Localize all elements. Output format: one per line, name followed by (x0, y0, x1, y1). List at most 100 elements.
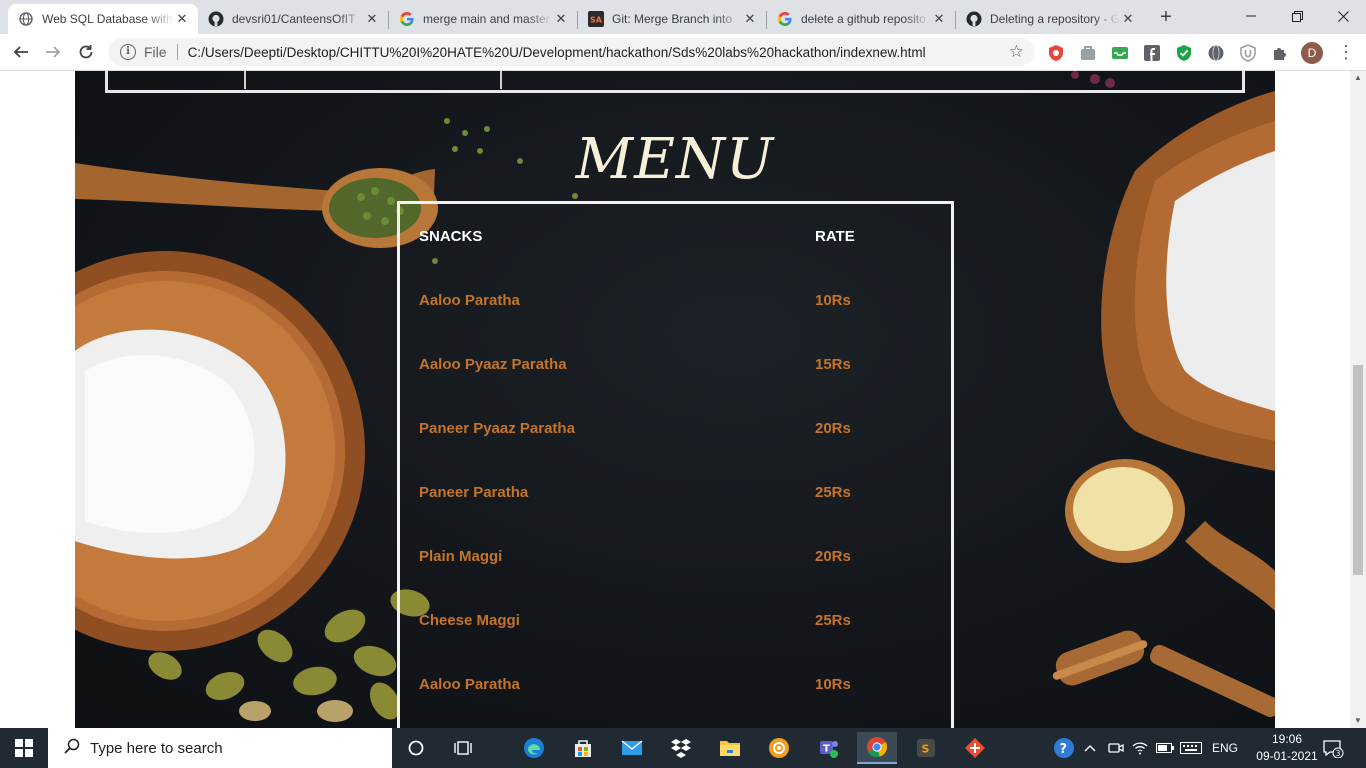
table-column-line (244, 71, 246, 89)
help-tray-icon[interactable]: ? (1052, 728, 1076, 768)
svg-text:T: T (823, 744, 830, 755)
url-text[interactable]: C:/Users/Deepti/Desktop/CHITTU%20I%20HAT… (188, 45, 926, 60)
profile-avatar[interactable]: D (1301, 42, 1323, 64)
menu-kebab-icon[interactable]: ⋮ (1336, 42, 1356, 64)
menu-title: MENU (575, 127, 775, 192)
menu-item-name: Aaloo Paratha (419, 292, 520, 309)
check-shield-extension-icon[interactable] (1175, 44, 1193, 62)
sublime-text-icon[interactable]: S (906, 732, 946, 764)
close-tab-icon[interactable]: ✕ (742, 11, 758, 27)
facebook-extension-icon[interactable] (1143, 44, 1161, 62)
globe-extension-icon[interactable] (1207, 44, 1225, 62)
scroll-up-arrow-icon[interactable]: ▲ (1350, 71, 1366, 85)
windows-logo-icon (15, 739, 33, 757)
page-viewport: MENU SNACKS RATE Aaloo Paratha 10Rs Aalo… (0, 71, 1350, 728)
inbox-extension-icon[interactable] (1111, 44, 1129, 62)
minimize-button[interactable] (1228, 0, 1274, 32)
close-tab-icon[interactable]: ✕ (553, 11, 569, 27)
start-button[interactable] (0, 728, 48, 768)
taskbar-search-box[interactable]: Type here to search (48, 728, 392, 768)
tab-title: devsri01/CanteensOfIT (232, 12, 356, 26)
menu-row: Cheese Maggi 25Rs (419, 612, 939, 636)
close-tab-icon[interactable]: ✕ (174, 11, 190, 27)
teams-icon[interactable]: T (808, 732, 848, 764)
edge-browser-icon[interactable] (514, 732, 554, 764)
file-explorer-icon[interactable] (710, 732, 750, 764)
bookmark-star-icon[interactable]: ☆ (1009, 42, 1024, 62)
shield-extension-icon[interactable] (1047, 44, 1065, 62)
divider (176, 44, 178, 60)
page-scrollbar[interactable]: ▲ ▼ (1350, 71, 1366, 728)
tab-web-sql[interactable]: Web SQL Database with ✕ (8, 4, 198, 34)
browser-toolbar: i File C:/Users/Deepti/Desktop/CHITTU%20… (0, 34, 1366, 71)
globe-icon (18, 11, 34, 27)
column-header-rate: RATE (815, 228, 855, 245)
close-tab-icon[interactable]: ✕ (931, 11, 947, 27)
tab-title: Web SQL Database with (42, 12, 173, 26)
forward-button[interactable] (39, 38, 67, 66)
tab-devsri01[interactable]: devsri01/CanteensOfIT ✕ (198, 4, 388, 34)
system-clock[interactable]: 19:06 09-01-2021 (1256, 731, 1318, 765)
tab-merge-main[interactable]: merge main and master ✕ (389, 4, 577, 34)
scrollbar-thumb[interactable] (1353, 365, 1363, 575)
settings-gear-app-icon[interactable] (759, 732, 799, 764)
menu-item-rate: 20Rs (815, 548, 851, 565)
arrow-left-icon (13, 46, 28, 58)
meet-now-icon[interactable] (1108, 728, 1124, 768)
notification-center-icon[interactable]: 3 (1322, 728, 1344, 768)
dropbox-icon[interactable] (661, 732, 701, 764)
tab-title: delete a github reposito (801, 12, 926, 26)
menu-item-name: Paneer Pyaaz Paratha (419, 420, 575, 437)
tab-deleting-repository[interactable]: Deleting a repository - G ✕ (956, 4, 1144, 34)
git-gui-icon[interactable] (955, 732, 995, 764)
tab-title: merge main and master (423, 12, 550, 26)
address-bar[interactable]: i File C:/Users/Deepti/Desktop/CHITTU%20… (108, 38, 1034, 66)
close-tab-icon[interactable]: ✕ (364, 11, 380, 27)
menu-header-row: SNACKS RATE (419, 228, 939, 252)
menu-row: Paneer Pyaaz Paratha 20Rs (419, 420, 939, 444)
google-icon (777, 11, 793, 27)
menu-row: Aaloo Paratha 10Rs (419, 292, 939, 316)
tab-git-merge[interactable]: SA Git: Merge Branch into ✕ (578, 4, 766, 34)
back-button[interactable] (7, 38, 35, 66)
menu-row: Paneer Paratha 25Rs (419, 484, 939, 508)
microsoft-store-icon[interactable] (563, 732, 603, 764)
menu-item-rate: 20Rs (815, 420, 851, 437)
google-icon (399, 11, 415, 27)
clock-time: 19:06 (1271, 732, 1303, 746)
arrow-right-icon (46, 46, 61, 58)
tab-delete-github-repo[interactable]: delete a github reposito ✕ (767, 4, 955, 34)
bag-extension-icon[interactable] (1079, 44, 1097, 62)
svg-text:SA: SA (590, 16, 603, 25)
input-language[interactable]: ENG (1212, 728, 1238, 768)
task-view-icon[interactable] (443, 732, 483, 764)
menu-row: Aaloo Pyaaz Paratha 15Rs (419, 356, 939, 380)
reload-button[interactable] (72, 38, 100, 66)
restore-button[interactable] (1274, 0, 1320, 32)
chrome-taskbar-icon[interactable] (857, 732, 897, 764)
cortana-icon[interactable] (396, 732, 436, 764)
reload-icon (79, 45, 93, 59)
info-icon[interactable]: i (120, 44, 136, 60)
previous-table-edge (105, 71, 1245, 93)
close-tab-icon[interactable]: ✕ (1120, 11, 1136, 27)
menu-item-name: Plain Maggi (419, 548, 503, 565)
menu-item-rate: 25Rs (815, 484, 851, 501)
scroll-down-arrow-icon[interactable]: ▼ (1350, 714, 1366, 728)
menu-item-rate: 10Rs (815, 292, 851, 309)
close-window-button[interactable] (1320, 0, 1366, 32)
keyboard-icon[interactable] (1180, 728, 1202, 768)
menu-section: MENU SNACKS RATE Aaloo Paratha 10Rs Aalo… (75, 71, 1275, 728)
wifi-icon[interactable] (1132, 728, 1148, 768)
tab-strip: Web SQL Database with ✕ devsri01/Canteen… (0, 0, 1366, 34)
puzzle-extensions-icon[interactable] (1271, 44, 1289, 62)
tab-title: Git: Merge Branch into (612, 12, 733, 26)
battery-icon[interactable] (1156, 728, 1174, 768)
new-tab-button[interactable]: + (1154, 6, 1178, 30)
chevron-up-icon[interactable] (1084, 728, 1096, 768)
mail-icon[interactable] (612, 732, 652, 764)
ublock-extension-icon[interactable] (1239, 44, 1257, 62)
menu-item-rate: 15Rs (815, 356, 851, 373)
search-placeholder: Type here to search (90, 739, 223, 757)
windows-taskbar: Type here to search T S ? ENG 19:06 09-0… (0, 728, 1366, 768)
